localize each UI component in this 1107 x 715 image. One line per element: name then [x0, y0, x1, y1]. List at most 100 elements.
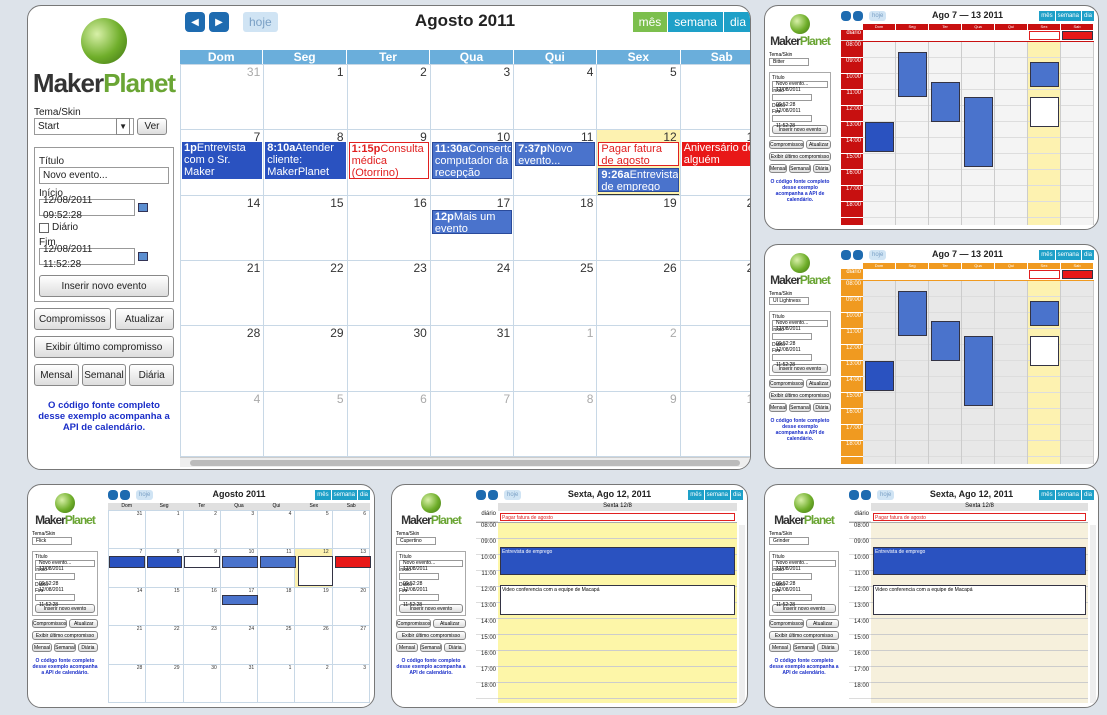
- view-button[interactable]: dia: [729, 490, 743, 500]
- theme-select[interactable]: Start ▼: [34, 118, 134, 135]
- calendar-event[interactable]: [931, 321, 960, 361]
- calendar-event[interactable]: [1062, 270, 1093, 279]
- start-input[interactable]: 12/08/2011 09:52:28: [39, 195, 135, 221]
- view-button[interactable]: semana: [1054, 490, 1081, 500]
- day-cell[interactable]: 3: [680, 326, 750, 392]
- day-cell[interactable]: 9: [597, 391, 681, 457]
- calendar-event[interactable]: [222, 556, 258, 568]
- appointments-button[interactable]: Compromissos: [396, 619, 432, 628]
- calendar-event[interactable]: 12pMais um evento: [431, 209, 513, 234]
- calendar-event[interactable]: [109, 556, 145, 568]
- view-month-button[interactable]: mês: [631, 12, 668, 32]
- calendar-event[interactable]: [1029, 31, 1060, 40]
- calendar-event[interactable]: Entrevista de emprego: [500, 547, 735, 575]
- calendar-event[interactable]: [184, 556, 221, 568]
- view-button[interactable]: semana: [1054, 250, 1081, 260]
- day-cell[interactable]: 21: [181, 261, 265, 327]
- theme-select[interactable]: Flick: [32, 537, 72, 545]
- view-button[interactable]: dia: [356, 490, 370, 500]
- day-cell[interactable]: 15: [264, 195, 348, 261]
- day-cell[interactable]: 19: [295, 587, 333, 627]
- calendar-event[interactable]: 7:37pNovo evento...: [515, 142, 596, 167]
- calendar-event[interactable]: [898, 52, 927, 97]
- calendar-event[interactable]: Aniversário de alguém: [681, 142, 750, 167]
- day-cell[interactable]: 30: [183, 664, 221, 703]
- day-cell[interactable]: 11 7:37pNovo evento...: [514, 130, 598, 196]
- day-cell[interactable]: 15: [146, 587, 184, 627]
- start-input[interactable]: 12/08/2011 09:52:28: [772, 87, 812, 108]
- day-cell[interactable]: 25: [514, 261, 598, 327]
- day-cell[interactable]: 10: [680, 392, 750, 457]
- view-button[interactable]: dia: [1080, 250, 1094, 260]
- day-cell[interactable]: 28: [181, 326, 265, 392]
- day-cell[interactable]: 14: [109, 587, 147, 627]
- day-cell[interactable]: 22: [264, 261, 348, 327]
- allday-checkbox[interactable]: [39, 222, 49, 233]
- vertical-scrollbar[interactable]: [1090, 525, 1096, 703]
- day-cell[interactable]: 20: [680, 196, 750, 261]
- day-cell[interactable]: 16: [183, 587, 221, 627]
- day-cell[interactable]: 4: [514, 65, 598, 131]
- day-cell[interactable]: 3: [332, 664, 370, 703]
- day-cell[interactable]: 16: [347, 195, 431, 261]
- vertical-scrollbar[interactable]: [739, 525, 745, 703]
- calendar-event[interactable]: [222, 595, 258, 605]
- calendar-event[interactable]: Pagar fatura de agosto: [873, 513, 1086, 521]
- refresh-button[interactable]: Atualizar: [433, 619, 466, 628]
- day-cell[interactable]: 6: [347, 391, 431, 457]
- day-cell[interactable]: 23: [347, 261, 431, 327]
- end-input[interactable]: 12/08/2011 11:52:28: [39, 244, 135, 270]
- day-cell[interactable]: 12 Pagar fatura de agosto 9:26aEntrevista …: [597, 130, 681, 196]
- calendar-event[interactable]: [1030, 97, 1059, 127]
- day-cell[interactable]: 8 8:10aAtender cliente: MakerPlanet: [264, 130, 348, 196]
- calendar-event[interactable]: Video conferencia com a equipe de Macapá: [873, 585, 1086, 615]
- weekly-button[interactable]: Semanal: [789, 164, 811, 173]
- view-button[interactable]: semana: [703, 490, 730, 500]
- calendar-event[interactable]: [931, 82, 960, 122]
- day-cell[interactable]: 1: [146, 511, 184, 550]
- end-input[interactable]: 12/08/2011 11:52:28: [399, 587, 439, 608]
- calendar-event[interactable]: Video conferencia com a equipe de Macapá: [500, 585, 735, 615]
- day-cell[interactable]: 14: [181, 195, 265, 261]
- day-cell[interactable]: 8: [514, 391, 598, 457]
- day-cell[interactable]: 17: [220, 587, 259, 627]
- calendar-event[interactable]: 1pEntrevista com o Sr. Maker: [182, 142, 263, 180]
- calendar-event[interactable]: [146, 556, 183, 568]
- calendar-event[interactable]: [259, 556, 296, 568]
- day-cell[interactable]: 25: [258, 626, 296, 665]
- calendar-icon[interactable]: [138, 252, 148, 261]
- start-input[interactable]: 12/08/2011 09:52:28: [35, 566, 75, 587]
- end-input[interactable]: 12/08/2011 11:52:28: [772, 108, 812, 129]
- appointments-button[interactable]: Compromissos: [34, 308, 111, 330]
- weekly-button[interactable]: Semanal: [81, 364, 127, 386]
- end-input[interactable]: 12/08/2011 11:52:28: [772, 587, 812, 608]
- theme-select[interactable]: UI Lightness: [769, 297, 809, 305]
- day-cell[interactable]: 2: [183, 511, 221, 550]
- view-button[interactable]: mês: [314, 490, 331, 500]
- day-cell[interactable]: 18: [258, 587, 296, 627]
- daily-button[interactable]: Diária: [129, 364, 175, 386]
- monthly-button[interactable]: Mensal: [769, 403, 788, 412]
- monthly-button[interactable]: Mensal: [34, 364, 79, 386]
- day-cell[interactable]: 2: [347, 65, 431, 131]
- daily-button[interactable]: Diária: [812, 403, 832, 412]
- day-cell[interactable]: 26: [597, 261, 681, 327]
- calendar-event[interactable]: [898, 291, 927, 336]
- end-input[interactable]: 12/08/2011 11:52:28: [772, 347, 812, 368]
- calendar-event[interactable]: [1029, 270, 1060, 279]
- day-cell[interactable]: 18: [514, 195, 598, 261]
- last-appointment-button[interactable]: Exibir último compromisso: [769, 631, 839, 640]
- day-cell[interactable]: 6: [680, 65, 750, 131]
- start-input[interactable]: 12/08/2011 09:52:28: [399, 566, 439, 587]
- day-cell[interactable]: 1: [514, 326, 598, 392]
- calendar-event[interactable]: [1030, 62, 1059, 87]
- day-cell[interactable]: 22: [146, 626, 184, 665]
- weekly-button[interactable]: Semanal: [54, 643, 76, 652]
- last-appointment-button[interactable]: Exibir último compromisso: [769, 391, 831, 400]
- day-cell[interactable]: 17 12pMais um evento: [430, 195, 515, 261]
- calendar-event[interactable]: 1:15pConsulta médica (Otorrino): [348, 142, 429, 180]
- view-button[interactable]: mês: [1038, 490, 1055, 500]
- calendar-event[interactable]: [865, 361, 894, 391]
- day-cell[interactable]: 19: [597, 195, 681, 261]
- refresh-button[interactable]: Atualizar: [114, 308, 174, 330]
